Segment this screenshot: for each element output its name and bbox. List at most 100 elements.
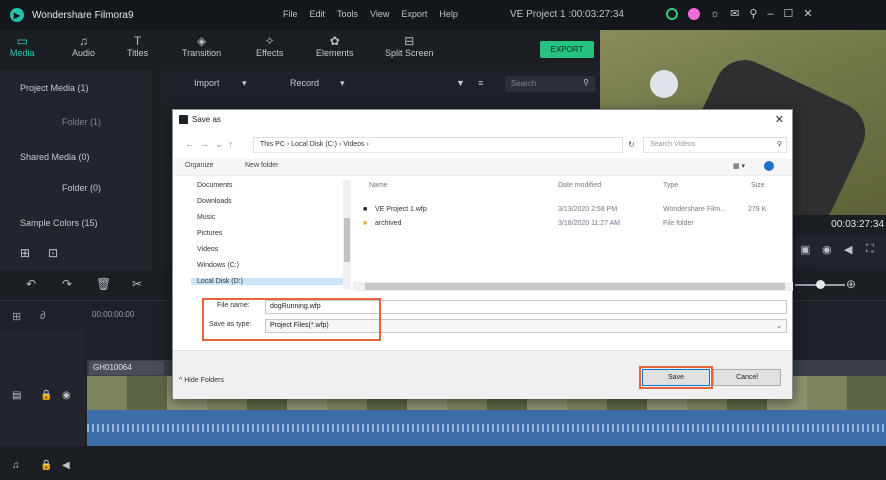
audio-track-header: ♫ 🔒 ◀: [0, 446, 886, 480]
folder-icon[interactable]: ⊡: [48, 246, 58, 260]
file-list-scrollbar-thumb[interactable]: [365, 283, 785, 290]
filmora-window: ▶ Wondershare Filmora9 File Edit Tools V…: [0, 0, 886, 480]
cancel-button[interactable]: Cancel: [713, 369, 781, 386]
eye-icon[interactable]: ◉: [62, 390, 71, 401]
search-icon: ⚲: [583, 78, 589, 87]
account-avatar-icon[interactable]: [688, 7, 700, 20]
maximize-icon[interactable]: ☐: [784, 7, 794, 20]
dialog-search-input[interactable]: Search Videos ⚲: [643, 137, 787, 153]
column-type[interactable]: Type: [663, 182, 678, 189]
address-bar[interactable]: This PC › Local Disk (C:) › Videos ›: [253, 137, 623, 153]
record-chevron-icon[interactable]: ▾: [340, 78, 345, 89]
media-search-input[interactable]: Search ⚲: [505, 76, 595, 92]
tool-split-screen[interactable]: ⊟ Split Screen: [385, 34, 434, 58]
nav-pictures[interactable]: Pictures: [197, 230, 222, 237]
tool-audio-label: Audio: [72, 48, 96, 58]
tool-transition[interactable]: ◈ Transition: [182, 34, 221, 58]
dialog-close-icon[interactable]: ✕: [775, 113, 784, 126]
record-dropdown[interactable]: Record: [290, 78, 319, 88]
video-clip-label: GH010064: [89, 361, 164, 375]
user-icon[interactable]: ⚲: [749, 7, 757, 20]
nav-scrollbar[interactable]: [343, 180, 351, 290]
command-bar: Organize New folder ▦ ▾: [173, 158, 792, 176]
menu-bar: File Edit Tools View Export Help: [283, 9, 458, 19]
speaker-icon[interactable]: ◀: [62, 460, 70, 471]
filter-icon[interactable]: ▼: [456, 78, 465, 88]
save-as-dialog: Save as ✕ ←→⌄↑ This PC › Local Disk (C:)…: [172, 109, 793, 399]
file-size: 279 K: [748, 206, 767, 213]
lock-icon[interactable]: 🔒: [40, 390, 52, 401]
menu-tools[interactable]: Tools: [337, 9, 358, 19]
snapshot-icon[interactable]: ▣: [800, 243, 810, 256]
export-button[interactable]: EXPORT: [540, 41, 594, 58]
link-icon[interactable]: ∂: [40, 310, 45, 322]
undo-icon[interactable]: ↶: [26, 277, 36, 291]
menu-export[interactable]: Export: [401, 9, 427, 19]
nav-windows-c[interactable]: Windows (C:): [197, 262, 239, 269]
volume-icon[interactable]: ◀: [844, 243, 852, 256]
file-name: VE Project 1.wfp: [375, 206, 427, 213]
menu-file[interactable]: File: [283, 9, 298, 19]
menu-help[interactable]: Help: [439, 9, 458, 19]
menu-view[interactable]: View: [370, 9, 389, 19]
tool-titles[interactable]: T Titles: [127, 34, 148, 58]
new-folder-icon[interactable]: ⊞: [20, 246, 30, 260]
refresh-icon[interactable]: ↻: [628, 140, 635, 149]
nav-music[interactable]: Music: [197, 214, 215, 221]
zoom-slider-handle[interactable]: [816, 280, 825, 289]
shared-media-item[interactable]: Shared Media (0): [20, 152, 90, 162]
close-icon[interactable]: ✕: [803, 7, 812, 20]
preview-timecode: 00:03:27:34: [831, 219, 884, 230]
tool-media[interactable]: ▭ Media: [10, 34, 35, 58]
tool-elements-label: Elements: [316, 48, 354, 58]
tool-split-screen-label: Split Screen: [385, 48, 434, 58]
mail-icon[interactable]: ✉: [730, 7, 739, 20]
project-media-item[interactable]: Project Media (1): [20, 83, 89, 93]
tool-elements[interactable]: ✿ Elements: [316, 34, 354, 58]
folder-type: File folder: [663, 220, 694, 227]
camera-icon[interactable]: ◉: [822, 243, 832, 256]
shared-folder-item[interactable]: Folder (0): [62, 183, 101, 193]
column-size[interactable]: Size: [751, 182, 765, 189]
menu-edit[interactable]: Edit: [310, 9, 326, 19]
lightbulb-icon[interactable]: ☼: [710, 8, 720, 20]
tool-effects[interactable]: ✧ Effects: [256, 34, 283, 58]
wfp-file-icon: ■: [363, 206, 368, 213]
column-name[interactable]: Name: [369, 182, 388, 189]
organize-button[interactable]: Organize: [185, 162, 213, 169]
nav-local-disk-d[interactable]: Local Disk (D:): [191, 278, 351, 285]
view-options-icon[interactable]: ▦ ▾: [733, 162, 745, 170]
folder-item[interactable]: Folder (1): [62, 117, 101, 127]
fullscreen-icon[interactable]: ⛶: [866, 243, 874, 256]
nav-videos[interactable]: Videos: [197, 246, 218, 253]
new-folder-button[interactable]: New folder: [245, 162, 278, 169]
tool-audio[interactable]: ♫ Audio: [72, 34, 95, 58]
column-date-modified[interactable]: Date modified: [558, 182, 601, 189]
redo-icon[interactable]: ↷: [62, 277, 72, 291]
import-chevron-icon[interactable]: ▾: [242, 78, 247, 89]
add-track-icon[interactable]: ⊞: [12, 310, 21, 323]
nav-documents[interactable]: Documents: [197, 182, 232, 189]
nav-scrollbar-thumb[interactable]: [344, 218, 350, 262]
tool-media-label: Media: [10, 48, 35, 58]
list-view-icon[interactable]: ≡: [478, 78, 483, 88]
navigation-arrows-icon[interactable]: ←→⌄↑: [185, 139, 239, 150]
audio-waveform: [87, 424, 886, 432]
dialog-title-bar: Save as: [179, 115, 221, 124]
file-list-scrollbar[interactable]: [353, 282, 793, 291]
dialog-search-placeholder: Search Videos: [650, 141, 696, 148]
address-path: This PC › Local Disk (C:) › Videos ›: [260, 141, 369, 148]
hide-folders-label: Hide Folders: [184, 377, 224, 384]
audio-lock-icon[interactable]: 🔒: [40, 460, 52, 471]
minimize-icon[interactable]: –: [767, 8, 773, 20]
delete-icon[interactable]: 🗑: [96, 277, 111, 291]
hide-folders-toggle[interactable]: ^ Hide Folders: [179, 377, 224, 384]
status-icon[interactable]: [666, 7, 678, 20]
help-icon[interactable]: [764, 161, 774, 171]
import-dropdown[interactable]: Import: [194, 78, 220, 88]
nav-downloads[interactable]: Downloads: [197, 198, 232, 205]
sample-colors-item[interactable]: Sample Colors (15): [20, 218, 98, 228]
tool-effects-label: Effects: [256, 48, 284, 58]
zoom-in-icon[interactable]: ⊕: [846, 277, 856, 291]
cut-icon[interactable]: ✂: [132, 277, 142, 291]
